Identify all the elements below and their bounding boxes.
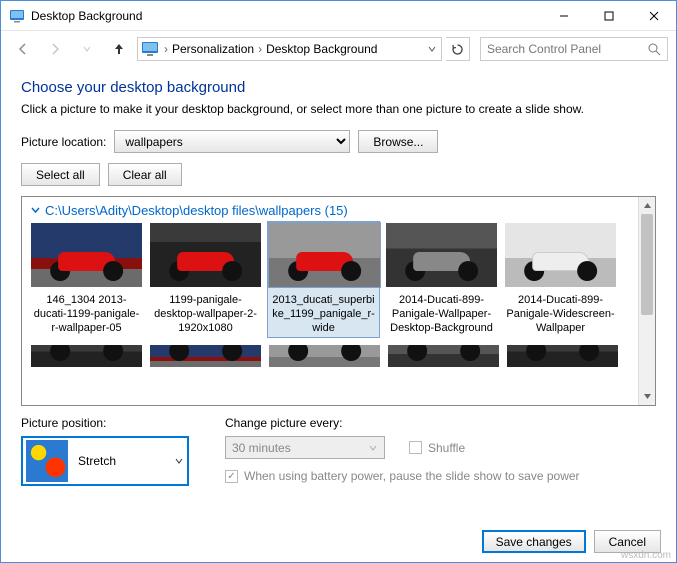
wallpaper-thumb[interactable] (149, 344, 262, 368)
content-area: Choose your desktop background Click a p… (1, 67, 676, 492)
battery-checkbox: ✓ (225, 470, 238, 483)
wallpaper-thumb[interactable]: 146_1304 2013-ducati-1199-panigale-r-wal… (30, 222, 143, 338)
thumb-caption: 2014-Ducati-899-Panigale-Wallpaper-Deskt… (385, 294, 498, 335)
page-subtitle: Click a picture to make it your desktop … (21, 102, 656, 116)
wallpaper-gallery: C:\Users\Adity\Desktop\desktop files\wal… (21, 196, 656, 406)
minimize-button[interactable] (541, 1, 586, 30)
close-button[interactable] (631, 1, 676, 30)
address-bar[interactable]: › Personalization › Desktop Background (137, 37, 442, 61)
chevron-right-icon: › (162, 42, 170, 56)
browse-button[interactable]: Browse... (358, 130, 438, 153)
search-placeholder: Search Control Panel (487, 42, 648, 56)
control-panel-icon (142, 42, 158, 56)
nav-row: › Personalization › Desktop Background S… (1, 31, 676, 67)
wallpaper-thumb[interactable] (268, 344, 381, 368)
page-heading: Choose your desktop background (21, 79, 656, 96)
picture-position-label: Picture position: (21, 416, 189, 430)
clear-all-button[interactable]: Clear all (108, 163, 182, 186)
wallpaper-thumb[interactable]: 2014-Ducati-899-Panigale-Wallpaper-Deskt… (385, 222, 498, 338)
thumb-caption: 146_1304 2013-ducati-1199-panigale-r-wal… (30, 294, 143, 335)
picture-location-select[interactable]: wallpapers (114, 130, 350, 153)
thumb-caption: 2014-Ducati-899-Panigale-Widescreen-Wall… (504, 294, 617, 335)
breadcrumb-personalization[interactable]: Personalization (170, 42, 256, 56)
titlebar: Desktop Background (1, 1, 676, 31)
battery-label: When using battery power, pause the slid… (244, 469, 580, 483)
scroll-up-icon[interactable] (639, 197, 655, 214)
chevron-down-icon (368, 443, 378, 453)
position-preview-icon (26, 440, 68, 482)
chevron-right-icon: › (256, 42, 264, 56)
picture-position-select[interactable]: Stretch (21, 436, 189, 486)
chevron-down-icon[interactable] (427, 44, 437, 54)
search-input[interactable]: Search Control Panel (480, 37, 668, 61)
save-changes-button[interactable]: Save changes (482, 530, 586, 553)
picture-location-label: Picture location: (21, 135, 106, 149)
up-button[interactable] (105, 35, 133, 63)
thumb-caption: 2013_ducati_superbike_1199_panigale_r-wi… (268, 294, 379, 335)
wallpaper-thumb-selected[interactable]: ✓ 2013_ducati_superbike_1199_panigale_r-… (267, 221, 380, 338)
group-path: C:\Users\Adity\Desktop\desktop files\wal… (45, 203, 348, 218)
chevron-down-icon (30, 205, 41, 216)
scroll-down-icon[interactable] (639, 388, 655, 405)
forward-button[interactable] (41, 35, 69, 63)
position-value: Stretch (78, 454, 164, 468)
maximize-button[interactable] (586, 1, 631, 30)
breadcrumb-desktop-background[interactable]: Desktop Background (264, 42, 379, 56)
change-picture-label: Change picture every: (225, 416, 580, 430)
recent-dropdown[interactable] (73, 35, 101, 63)
window-title: Desktop Background (31, 9, 541, 23)
wallpaper-thumb[interactable] (387, 344, 500, 368)
wallpaper-thumb[interactable]: 1199-panigale-desktop-wallpaper-2-1920x1… (149, 222, 262, 338)
search-icon (648, 43, 661, 56)
thumb-caption: 1199-panigale-desktop-wallpaper-2-1920x1… (149, 294, 262, 335)
back-button[interactable] (9, 35, 37, 63)
chevron-down-icon (174, 456, 184, 466)
change-interval-select: 30 minutes (225, 436, 385, 459)
app-icon (9, 8, 25, 24)
wallpaper-thumb[interactable] (506, 344, 619, 368)
group-header[interactable]: C:\Users\Adity\Desktop\desktop files\wal… (30, 203, 630, 218)
shuffle-checkbox (409, 441, 422, 454)
select-all-button[interactable]: Select all (21, 163, 100, 186)
wallpaper-thumb[interactable] (30, 344, 143, 368)
scroll-thumb[interactable] (641, 214, 653, 315)
scrollbar[interactable] (638, 197, 655, 405)
refresh-button[interactable] (446, 37, 470, 61)
wallpaper-thumb[interactable]: 2014-Ducati-899-Panigale-Widescreen-Wall… (504, 222, 617, 338)
shuffle-label: Shuffle (428, 441, 465, 455)
watermark: wsxdn.com (621, 550, 671, 561)
